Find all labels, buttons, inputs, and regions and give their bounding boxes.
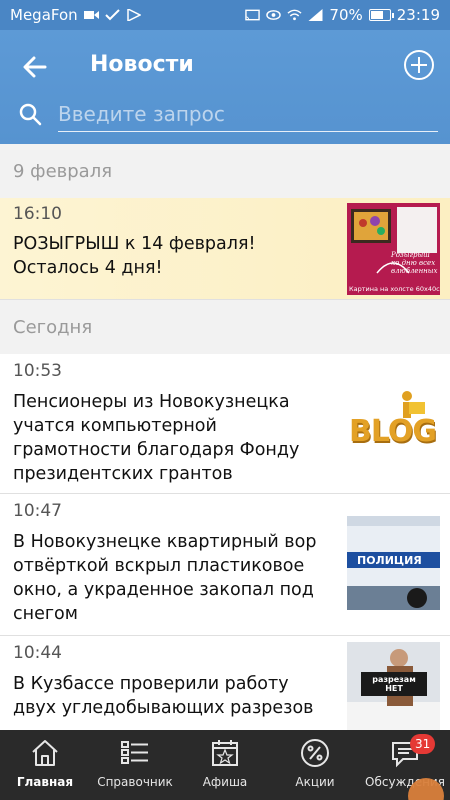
battery-percent: 70%	[329, 6, 363, 24]
news-time: 16:10	[13, 204, 62, 224]
news-thumbnail: BLOG	[347, 384, 440, 464]
news-item-giveaway[interactable]: 16:10 РОЗЫГРЫШ к 14 февраля! Осталось 4 …	[0, 198, 450, 300]
video-icon	[83, 11, 99, 19]
plus-icon	[411, 57, 427, 73]
news-feed[interactable]: 9 февраля 16:10 РОЗЫГРЫШ к 14 февраля! О…	[0, 144, 450, 730]
signal-icon	[308, 9, 323, 21]
news-item[interactable]: 10:53 Пенсионеры из Новокузнецка учатся …	[0, 354, 450, 494]
thumb-text: Розыгрыш ко дню всех влюбленных	[391, 251, 438, 275]
date-header: Сегодня	[0, 300, 450, 354]
list-icon	[121, 741, 148, 764]
search-icon[interactable]	[18, 102, 42, 126]
news-title: В Новокузнецке квартирный вор отвёрткой …	[13, 532, 317, 624]
news-title: В Кузбассе проверили работу двух угледоб…	[13, 674, 314, 718]
news-item[interactable]: 10:44 В Кузбассе проверили работу двух у…	[0, 636, 450, 730]
check-icon	[104, 9, 120, 21]
nav-label: Справочник	[97, 775, 173, 789]
carrier-name: MegaFon	[10, 6, 78, 24]
wifi-icon	[287, 9, 302, 21]
nav-promotions[interactable]: Акции	[270, 730, 360, 800]
nav-label: Акции	[295, 775, 335, 789]
thumb-caption: Картина на холсте 60х40см	[349, 285, 440, 293]
news-item[interactable]: 10:47 В Новокузнецке квартирный вор отвё…	[0, 494, 450, 636]
unread-badge: 31	[410, 734, 436, 754]
thumb-text: разрезам НЕТ	[372, 675, 416, 693]
news-thumbnail: ПОЛИЦИЯ	[347, 516, 440, 610]
battery-icon	[368, 9, 394, 21]
arrow-left-icon	[23, 56, 47, 78]
page-title: Новости	[90, 52, 194, 77]
bottom-navigation: Главная Справочник Афиша Акции Обсуждени…	[0, 730, 450, 800]
nav-label: Афиша	[202, 775, 248, 789]
home-icon	[32, 740, 58, 766]
thumb-text: ПОЛИЦИЯ	[357, 554, 422, 567]
date-header: 9 февраля	[0, 144, 450, 198]
add-button[interactable]	[404, 50, 434, 80]
nav-home[interactable]: Главная	[0, 730, 90, 800]
back-button[interactable]	[18, 50, 52, 84]
news-time: 10:53	[13, 361, 62, 381]
thumb-text: BLOG	[349, 414, 437, 449]
news-title: Пенсионеры из Новокузнецка учатся компью…	[13, 392, 300, 484]
search-bar	[14, 96, 438, 132]
news-title: РОЗЫГРЫШ к 14 февраля! Осталось 4 дня!	[13, 234, 256, 278]
play-store-icon	[126, 9, 141, 21]
news-time: 10:47	[13, 501, 62, 521]
calendar-star-icon	[212, 740, 238, 766]
status-bar: MegaFon 70% 23:19	[0, 0, 450, 30]
news-thumbnail: Розыгрыш ко дню всех влюбленных Картина …	[347, 203, 440, 295]
search-input[interactable]	[58, 96, 438, 132]
nav-directory[interactable]: Справочник	[90, 730, 180, 800]
app-header: Новости	[0, 30, 450, 144]
percent-icon	[301, 739, 329, 767]
nav-discussions[interactable]: Обсуждения 31	[360, 730, 450, 800]
nav-events[interactable]: Афиша	[180, 730, 270, 800]
news-time: 10:44	[13, 643, 62, 663]
news-thumbnail: разрезам НЕТ	[347, 642, 440, 730]
clock: 23:19	[396, 6, 440, 24]
eye-icon	[266, 10, 282, 20]
cast-icon	[245, 9, 261, 21]
nav-label: Главная	[16, 775, 74, 789]
